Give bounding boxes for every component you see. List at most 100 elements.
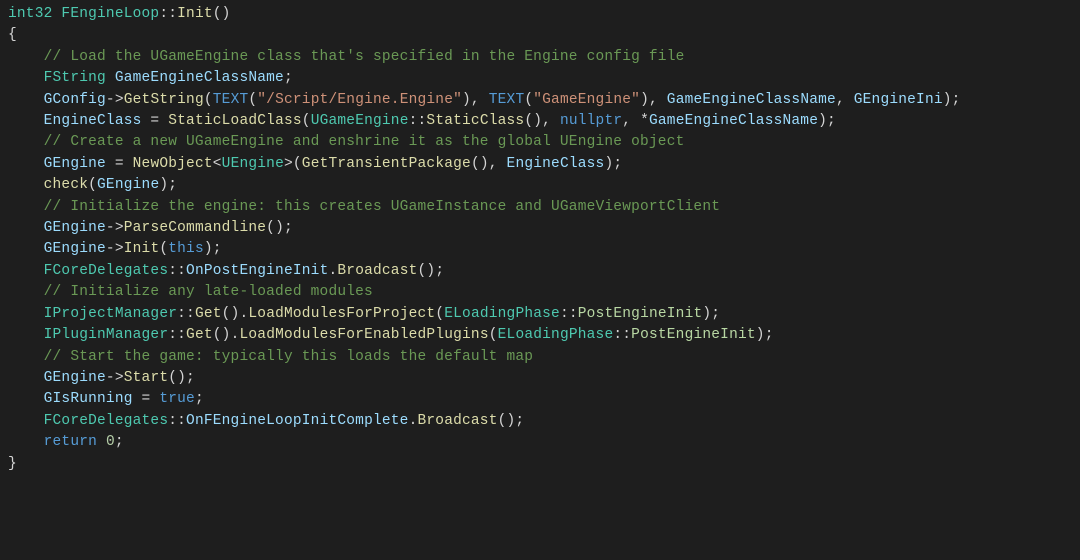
code-token: ELoadingPhase [444,306,560,322]
code-token: TEXT [213,92,249,108]
code-token: GetTransientPackage [302,156,471,172]
code-token: nullptr [560,113,622,129]
code-token: PostEngineInit [578,306,703,322]
indent [8,134,44,150]
code-token: (), [471,156,507,172]
code-token: ELoadingPhase [498,327,614,343]
code-line[interactable]: GEngine->ParseCommandline(); [8,218,1072,239]
code-line[interactable]: // Initialize the engine: this creates U… [8,197,1072,218]
code-token: ); [943,92,961,108]
code-token: Broadcast [337,263,417,279]
code-line[interactable]: int32 FEngineLoop::Init() [8,4,1072,25]
code-line[interactable]: // Start the game: typically this loads … [8,347,1072,368]
code-token: ); [702,306,720,322]
code-token: { [8,27,17,43]
code-token: , * [622,113,649,129]
code-token: :: [177,306,195,322]
code-token: GEngine [44,220,106,236]
code-token: :: [168,327,186,343]
code-line[interactable]: IProjectManager::Get().LoadModulesForPro… [8,304,1072,325]
code-token: OnFEngineLoopInitComplete [186,413,409,429]
code-token: IPluginManager [44,327,169,343]
code-token: check [44,177,89,193]
indent [8,434,44,450]
code-token: PostEngineInit [631,327,756,343]
code-token: OnPostEngineInit [186,263,328,279]
indent [8,156,44,172]
code-token: (). [213,327,240,343]
code-token: FEngineLoop [61,6,159,22]
code-token: ), [462,92,489,108]
code-line[interactable]: // Load the UGameEngine class that's spe… [8,47,1072,68]
code-token: ); [604,156,622,172]
code-line[interactable]: } [8,454,1072,475]
code-line[interactable]: { [8,25,1072,46]
code-token: UGameEngine [311,113,409,129]
code-token: (); [418,263,445,279]
code-line[interactable]: FCoreDelegates::OnFEngineLoopInitComplet… [8,411,1072,432]
code-token: ( [159,241,168,257]
indent [8,413,44,429]
code-token: StaticClass [426,113,524,129]
code-token: :: [560,306,578,322]
code-token: Init [124,241,160,257]
code-token: GameEngineClassName [649,113,818,129]
indent [8,177,44,193]
code-token: ( [524,92,533,108]
code-token: GEngine [44,156,106,172]
code-token: LoadModulesForEnabledPlugins [239,327,488,343]
code-token: , [836,92,854,108]
code-line[interactable]: GEngine->Start(); [8,368,1072,389]
code-token [97,434,106,450]
code-line[interactable]: EngineClass = StaticLoadClass(UGameEngin… [8,111,1072,132]
code-token: = [133,391,160,407]
code-token: this [168,241,204,257]
code-editor[interactable]: int32 FEngineLoop::Init(){ // Load the U… [0,0,1080,483]
code-token: LoadModulesForProject [248,306,435,322]
indent [8,306,44,322]
code-line[interactable]: return 0; [8,432,1072,453]
indent [8,70,44,86]
code-token: -> [106,92,124,108]
code-token: ( [489,327,498,343]
code-token: () [213,6,231,22]
code-token: GameEngineClassName [115,70,284,86]
code-line[interactable]: GEngine->Init(this); [8,239,1072,260]
code-token [106,70,115,86]
code-token: < [213,156,222,172]
code-token: TEXT [489,92,525,108]
code-token: EngineClass [44,113,142,129]
code-token: GEngineIni [854,92,943,108]
code-line[interactable]: // Create a new UGameEngine and enshrine… [8,132,1072,153]
code-line[interactable]: GIsRunning = true; [8,389,1072,410]
code-token: ); [204,241,222,257]
code-token: :: [159,6,177,22]
indent [8,370,44,386]
code-token: GConfig [44,92,106,108]
code-token: ), [640,92,667,108]
code-token: -> [106,220,124,236]
code-token: = [142,113,169,129]
code-token: true [159,391,195,407]
code-line[interactable]: GEngine = NewObject<UEngine>(GetTransien… [8,154,1072,175]
indent [8,263,44,279]
code-line[interactable]: IPluginManager::Get().LoadModulesForEnab… [8,325,1072,346]
code-token: GetString [124,92,204,108]
code-token: "GameEngine" [533,92,640,108]
code-token: IProjectManager [44,306,178,322]
code-token: UEngine [222,156,284,172]
code-token: (); [498,413,525,429]
code-line[interactable]: FString GameEngineClassName; [8,68,1072,89]
code-token: Broadcast [418,413,498,429]
code-line[interactable]: // Initialize any late-loaded modules [8,282,1072,303]
code-token: = [106,156,133,172]
code-line[interactable]: GConfig->GetString(TEXT("/Script/Engine.… [8,90,1072,111]
code-token: (), [524,113,560,129]
indent [8,241,44,257]
code-token: :: [168,413,186,429]
code-line[interactable]: check(GEngine); [8,175,1072,196]
indent [8,220,44,236]
code-line[interactable]: FCoreDelegates::OnPostEngineInit.Broadca… [8,261,1072,282]
code-token: Get [186,327,213,343]
code-token: FCoreDelegates [44,263,169,279]
